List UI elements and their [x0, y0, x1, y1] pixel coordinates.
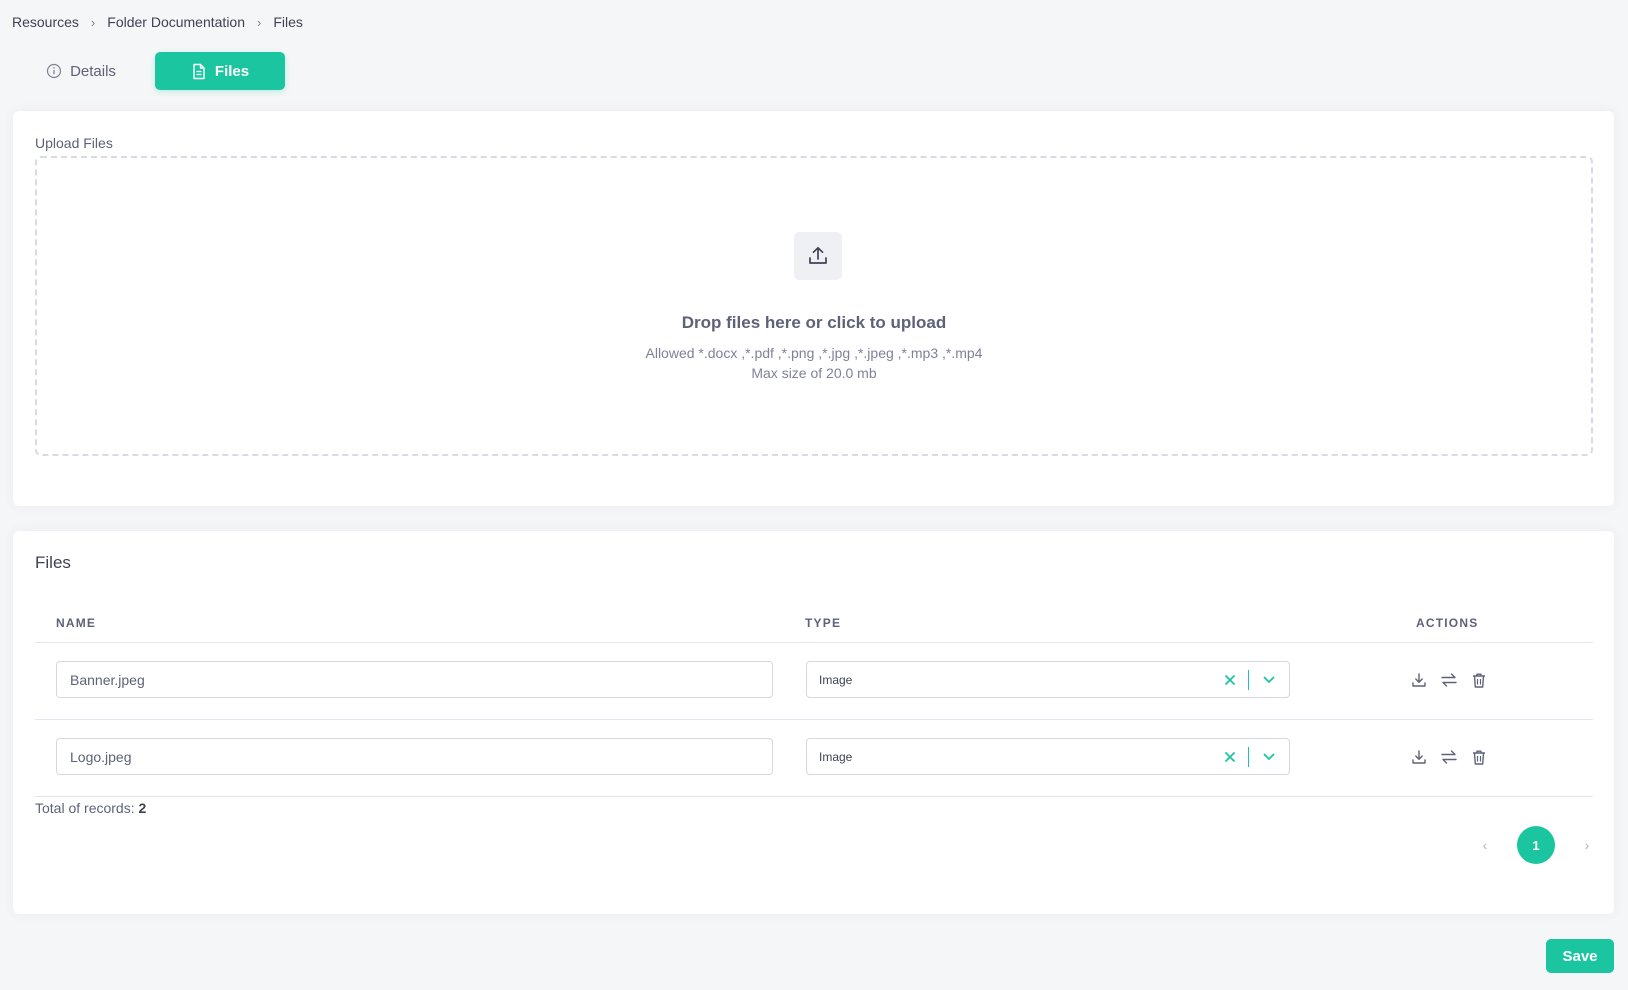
dropzone-max-size: Max size of 20.0 mb [751, 365, 877, 381]
document-icon [191, 63, 207, 80]
save-button[interactable]: Save [1546, 939, 1614, 973]
chevron-down-icon[interactable] [1255, 753, 1283, 761]
breadcrumb-separator-icon: › [90, 14, 96, 30]
breadcrumb-resources[interactable]: Resources [12, 14, 79, 30]
file-type-select[interactable]: Image [806, 661, 1290, 698]
file-name-input[interactable] [56, 661, 773, 698]
file-dropzone[interactable]: Drop files here or click to upload Allow… [35, 156, 1593, 456]
pagination: ‹ 1 › [1475, 826, 1597, 864]
clear-icon[interactable] [1218, 674, 1242, 686]
tab-files[interactable]: Files [155, 52, 285, 90]
upload-icon [794, 232, 842, 280]
total-records-count: 2 [138, 800, 147, 816]
total-records: Total of records: 2 [35, 800, 146, 816]
upload-card: Upload Files Drop files here or click to… [13, 111, 1614, 506]
breadcrumb-files: Files [273, 14, 303, 30]
row-actions [1409, 670, 1499, 690]
chevron-right-icon[interactable]: › [1577, 835, 1597, 855]
dropzone-title: Drop files here or click to upload [681, 313, 947, 332]
total-records-label: Total of records: [35, 800, 135, 816]
files-card: Files NAME TYPE ACTIONS Image [13, 531, 1614, 914]
download-icon[interactable] [1409, 670, 1429, 690]
trash-icon[interactable] [1469, 670, 1489, 690]
tab-details-label: Details [70, 62, 116, 80]
select-divider [1248, 746, 1249, 767]
file-type-value: Image [819, 672, 853, 687]
chevron-left-icon[interactable]: ‹ [1475, 835, 1495, 855]
page-button-current[interactable]: 1 [1517, 826, 1555, 864]
dropzone-allowed-types: Allowed *.docx ,*.pdf ,*.png ,*.jpg ,*.j… [645, 345, 983, 361]
table-row: Image [35, 642, 1593, 719]
chevron-down-icon[interactable] [1255, 676, 1283, 684]
tab-files-label: Files [214, 62, 250, 80]
column-header-type: TYPE [805, 616, 842, 630]
info-icon [46, 63, 62, 79]
file-type-value: Image [819, 749, 853, 764]
clear-icon[interactable] [1218, 751, 1242, 763]
files-title: Files [35, 553, 71, 572]
file-type-select[interactable]: Image [806, 738, 1290, 775]
select-divider [1248, 669, 1249, 690]
upload-files-label: Upload Files [35, 135, 113, 151]
row-actions [1409, 747, 1499, 767]
breadcrumb-folder-documentation[interactable]: Folder Documentation [107, 14, 245, 30]
tab-details[interactable]: Details [25, 52, 137, 90]
table-row: Image [35, 719, 1593, 796]
tab-bar: Details Files [25, 52, 285, 90]
file-name-input[interactable] [56, 738, 773, 775]
trash-icon[interactable] [1469, 747, 1489, 767]
breadcrumb: Resources › Folder Documentation › Files [12, 14, 303, 30]
column-header-actions: ACTIONS [1416, 616, 1479, 630]
replace-icon[interactable] [1439, 670, 1459, 690]
column-header-name: NAME [56, 616, 97, 630]
replace-icon[interactable] [1439, 747, 1459, 767]
page: Resources › Folder Documentation › Files… [0, 0, 1628, 990]
download-icon[interactable] [1409, 747, 1429, 767]
breadcrumb-separator-icon: › [257, 14, 262, 30]
table-divider [35, 796, 1593, 797]
